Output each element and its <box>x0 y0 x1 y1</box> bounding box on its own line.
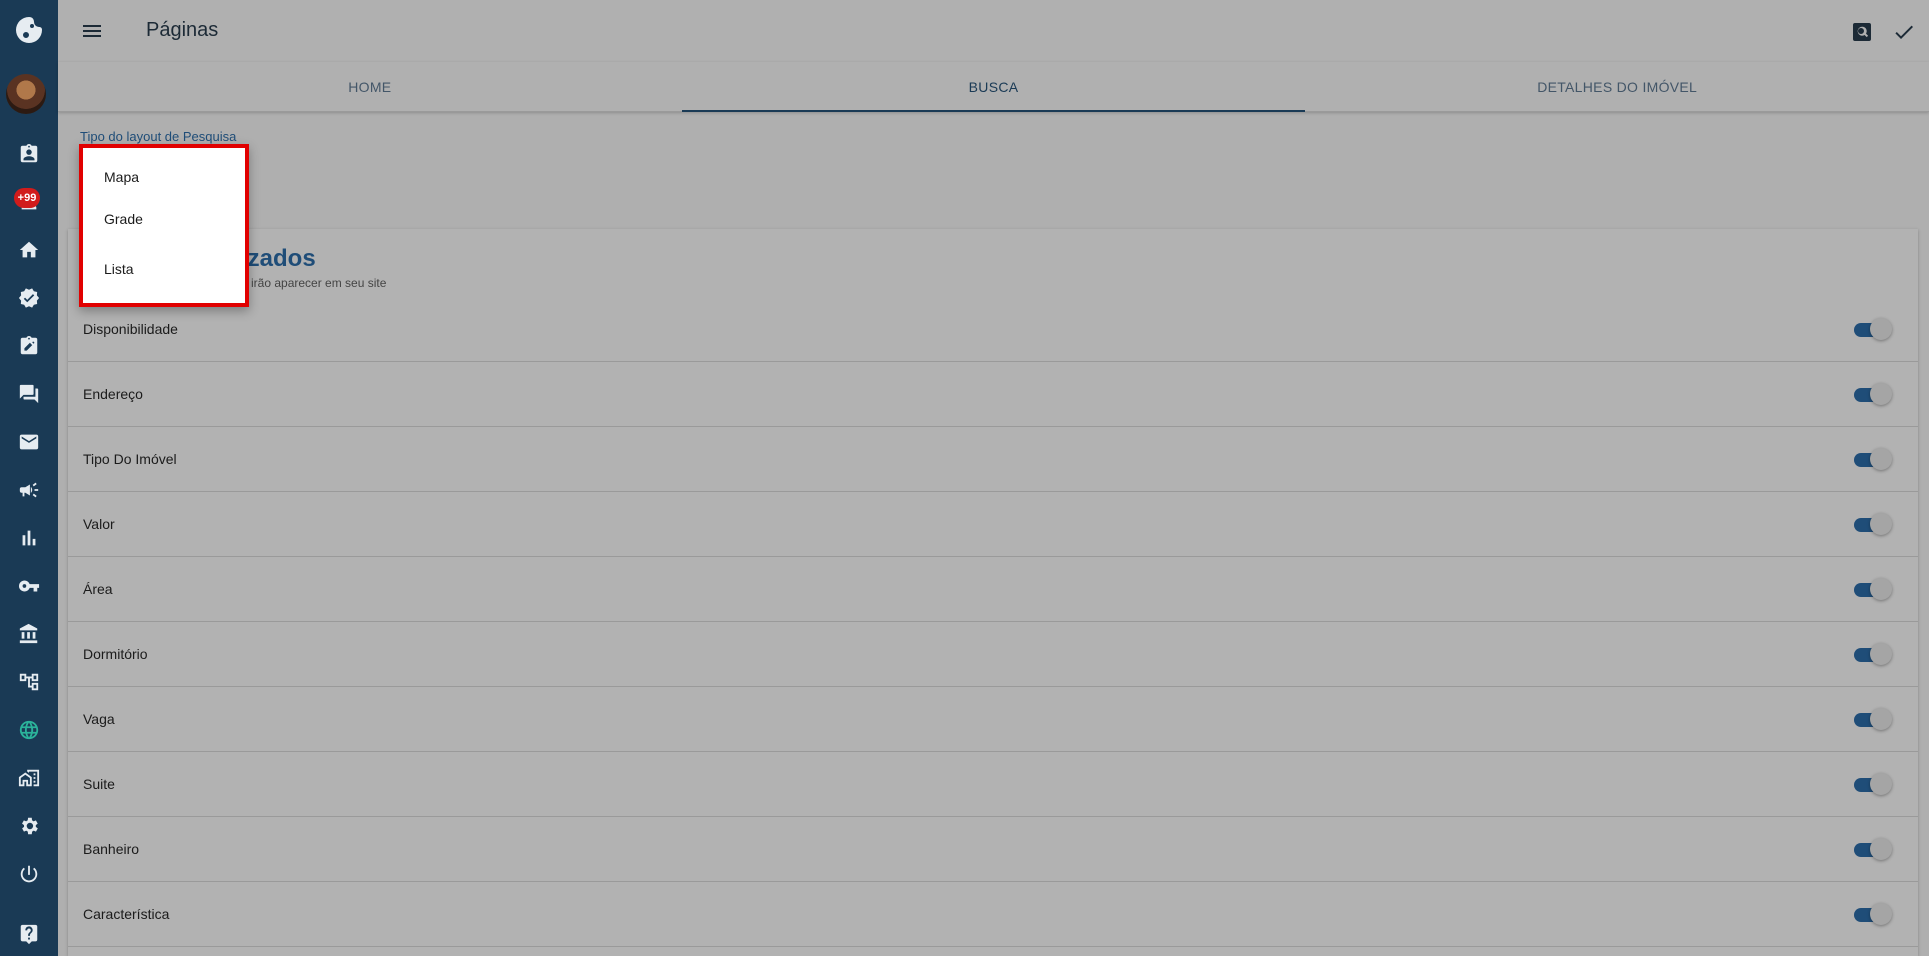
filter-row: Área <box>68 557 1918 622</box>
filter-label: Suite <box>83 776 115 792</box>
filter-row: Suite <box>68 752 1918 817</box>
filters-card: izados irão aparecer em seu site Disponi… <box>68 229 1918 956</box>
campaign-megaphone-icon[interactable] <box>0 470 58 510</box>
user-avatar[interactable] <box>6 74 46 114</box>
filter-toggle[interactable] <box>1852 448 1892 470</box>
bar-chart-icon[interactable] <box>0 518 58 558</box>
workflow-tree-icon[interactable] <box>0 662 58 702</box>
website-globe-icon[interactable] <box>0 710 58 750</box>
filter-row: Dormitório <box>68 622 1918 687</box>
filter-label: Vaga <box>83 711 115 727</box>
filter-row: Disponibilidade <box>68 297 1918 362</box>
real-estate-building-icon[interactable] <box>0 758 58 798</box>
filter-row: Endereço <box>68 362 1918 427</box>
verified-icon[interactable] <box>0 278 58 318</box>
clipboard-user-icon[interactable] <box>0 134 58 174</box>
preview-search-icon[interactable] <box>1848 18 1876 46</box>
filter-toggle[interactable] <box>1852 578 1892 600</box>
layout-type-select-label: Tipo do layout de Pesquisa <box>80 129 237 144</box>
filter-toggle[interactable] <box>1852 643 1892 665</box>
filter-label: Dormitório <box>83 646 148 662</box>
filter-toggle[interactable] <box>1852 513 1892 535</box>
key-icon[interactable] <box>0 566 58 606</box>
filter-row: Banheiro <box>68 817 1918 882</box>
assignment-icon[interactable] <box>0 326 58 366</box>
card-subtitle: irão aparecer em seu site <box>251 276 387 290</box>
filter-toggle[interactable] <box>1852 773 1892 795</box>
home-icon[interactable] <box>0 230 58 270</box>
settings-gear-icon[interactable] <box>0 806 58 846</box>
chat-icon[interactable] <box>0 374 58 414</box>
card-title: izados <box>241 245 316 272</box>
filter-toggle[interactable] <box>1852 383 1892 405</box>
tab-busca[interactable]: BUSCA <box>681 62 1306 112</box>
filter-toggle[interactable] <box>1852 838 1892 860</box>
filter-toggle[interactable] <box>1852 318 1892 340</box>
page-tabs: HOME BUSCA DETALHES DO IMÓVEL <box>58 62 1929 112</box>
top-app-bar: Páginas <box>58 0 1929 62</box>
power-logout-icon[interactable] <box>0 854 58 894</box>
filter-label: Valor <box>83 516 115 532</box>
layout-type-dropdown-menu: Mapa Grade Lista <box>79 144 249 307</box>
help-icon[interactable] <box>0 914 58 954</box>
notification-badge: +99 <box>14 188 40 208</box>
sidebar-rail: +99 <box>0 0 58 956</box>
bank-icon[interactable] <box>0 614 58 654</box>
menu-hamburger-icon[interactable] <box>78 17 106 45</box>
filter-label: Tipo Do Imóvel <box>83 451 177 467</box>
filter-row: Valor <box>68 492 1918 557</box>
dropdown-option-mapa[interactable]: Mapa <box>104 169 139 185</box>
filter-label: Característica <box>83 906 170 922</box>
mail-icon[interactable] <box>0 422 58 462</box>
page-title: Páginas <box>146 19 219 41</box>
filter-label: Disponibilidade <box>83 321 178 337</box>
save-check-icon[interactable] <box>1890 18 1918 46</box>
dropdown-option-grade[interactable]: Grade <box>104 211 143 227</box>
filter-label: Banheiro <box>83 841 140 857</box>
dropdown-option-lista[interactable]: Lista <box>104 261 134 277</box>
filter-label: Endereço <box>83 386 143 402</box>
filter-toggle[interactable] <box>1852 903 1892 925</box>
tab-home[interactable]: HOME <box>58 62 682 111</box>
tab-detalhes-do-imovel[interactable]: DETALHES DO IMÓVEL <box>1305 62 1929 111</box>
filter-toggle[interactable] <box>1852 708 1892 730</box>
filter-label: Área <box>83 581 113 597</box>
filter-row: Tipo Do Imóvel <box>68 427 1918 492</box>
app-logo-icon[interactable] <box>0 8 58 52</box>
filter-row: Característica <box>68 882 1918 947</box>
filter-row: Vaga <box>68 687 1918 752</box>
